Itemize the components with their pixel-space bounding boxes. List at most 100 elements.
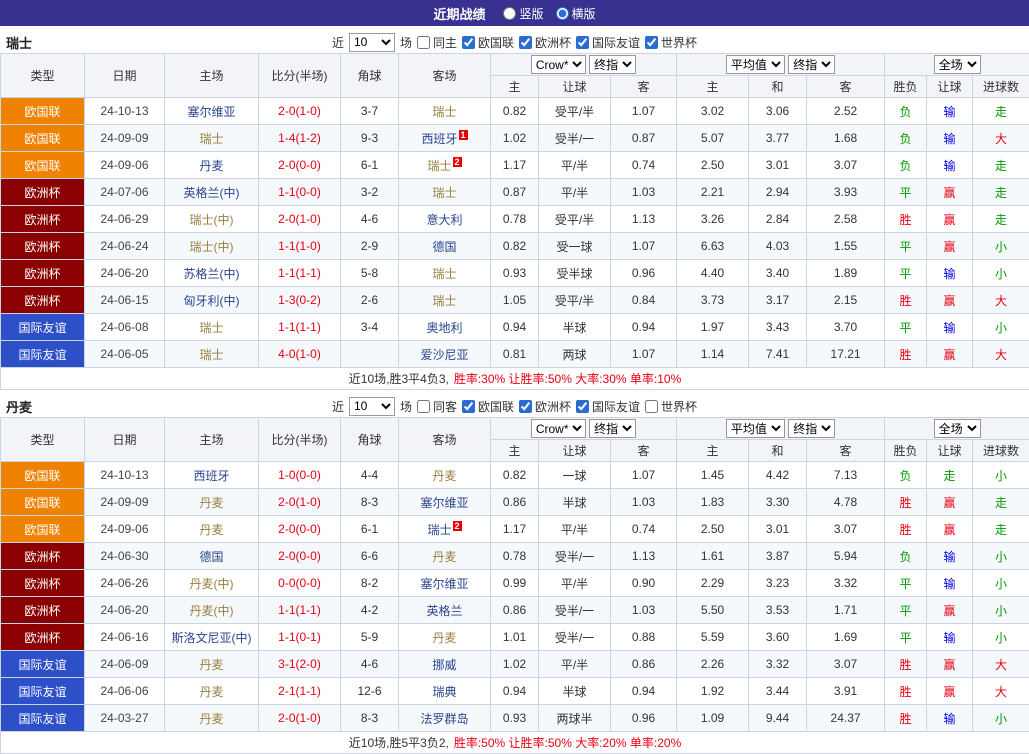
same-venue-filter[interactable]: 同客: [417, 398, 457, 415]
score: 1-3(0-2): [259, 287, 341, 314]
same-venue-filter[interactable]: 同主: [417, 34, 457, 51]
avg-time-select[interactable]: 终指: [788, 55, 835, 74]
league-filter[interactable]: 欧洲杯: [519, 34, 571, 51]
match-date: 24-06-20: [85, 260, 165, 287]
team-link[interactable]: 瑞士: [427, 523, 451, 537]
team-link[interactable]: 瑞士: [432, 105, 456, 119]
team-link[interactable]: 德国: [432, 240, 456, 254]
league-checkbox[interactable]: [576, 400, 589, 413]
team-link[interactable]: 丹麦(中): [190, 577, 234, 591]
odds-away: 0.86: [611, 651, 677, 678]
team-link[interactable]: 瑞士: [199, 348, 223, 362]
avg-home: 1.14: [677, 341, 749, 368]
team-link[interactable]: 苏格兰(中): [184, 267, 240, 281]
team-link[interactable]: 英格兰(中): [184, 186, 240, 200]
league-checkbox[interactable]: [519, 400, 532, 413]
team-link[interactable]: 法罗群岛: [420, 712, 468, 726]
odds-away: 0.94: [611, 678, 677, 705]
match-date: 24-06-08: [85, 314, 165, 341]
layout-option-vertical[interactable]: 竖版: [503, 5, 543, 22]
league-filter[interactable]: 国际友谊: [576, 398, 640, 415]
team-link[interactable]: 丹麦: [199, 685, 223, 699]
team-link[interactable]: 丹麦: [199, 712, 223, 726]
team-link[interactable]: 德国: [199, 550, 223, 564]
team-link[interactable]: 丹麦: [432, 469, 456, 483]
team-link[interactable]: 塞尔维亚: [420, 496, 468, 510]
scope-select[interactable]: 全场: [934, 419, 981, 438]
avg-draw: 3.60: [749, 624, 807, 651]
team-link[interactable]: 丹麦(中): [190, 604, 234, 618]
team-link[interactable]: 奥地利: [426, 321, 462, 335]
team-link[interactable]: 瑞士: [432, 186, 456, 200]
scope-select[interactable]: 全场: [934, 55, 981, 74]
team-link[interactable]: 瑞士(中): [190, 240, 234, 254]
odds-home: 0.94: [491, 678, 539, 705]
result-goals: 小: [973, 462, 1029, 489]
team-link[interactable]: 英格兰: [426, 604, 462, 618]
avg-draw: 3.32: [749, 651, 807, 678]
recent-count-select[interactable]: 10: [349, 33, 395, 52]
same-venue-checkbox[interactable]: [417, 400, 430, 413]
team-link[interactable]: 丹麦: [432, 550, 456, 564]
away-team: 西班牙1: [399, 125, 491, 152]
team-link[interactable]: 瑞士: [432, 294, 456, 308]
league-checkbox[interactable]: [645, 36, 658, 49]
team-link[interactable]: 丹麦: [199, 658, 223, 672]
horizontal-radio[interactable]: [556, 7, 569, 20]
league-checkbox[interactable]: [462, 36, 475, 49]
league-checkbox[interactable]: [576, 36, 589, 49]
team-link[interactable]: 斯洛文尼亚(中): [172, 631, 252, 645]
team-link[interactable]: 瑞典: [432, 685, 456, 699]
team-link[interactable]: 瑞士: [199, 132, 223, 146]
result-goals: 小: [973, 233, 1029, 260]
league-checkbox[interactable]: [462, 400, 475, 413]
odds-time-select[interactable]: 终指: [589, 55, 636, 74]
odds-away: 0.94: [611, 314, 677, 341]
team-link[interactable]: 西班牙: [421, 132, 457, 146]
odds-handicap: 半球: [539, 314, 611, 341]
layout-option-horizontal[interactable]: 横版: [556, 5, 596, 22]
league-badge: 欧洲杯: [1, 233, 85, 260]
team-link[interactable]: 匈牙利(中): [184, 294, 240, 308]
col-header-date: 日期: [85, 54, 165, 98]
team-link[interactable]: 瑞士: [199, 321, 223, 335]
league-checkbox[interactable]: [519, 36, 532, 49]
team-link[interactable]: 瑞士: [432, 267, 456, 281]
league-filter[interactable]: 世界杯: [645, 34, 697, 51]
team-link[interactable]: 瑞士: [427, 159, 451, 173]
match-date: 24-09-09: [85, 125, 165, 152]
col-header-handicap-result: 让球: [927, 440, 973, 462]
vertical-radio[interactable]: [503, 7, 516, 20]
avg-home: 5.07: [677, 125, 749, 152]
col-header-outcome: 胜负: [885, 440, 927, 462]
average-select[interactable]: 平均值: [726, 55, 785, 74]
league-filter[interactable]: 欧国联: [462, 34, 514, 51]
team-link[interactable]: 挪威: [432, 658, 456, 672]
recent-count-select[interactable]: 10: [349, 397, 395, 416]
odds-home: 0.82: [491, 233, 539, 260]
team-link[interactable]: 丹麦: [199, 159, 223, 173]
team-name: 瑞士: [6, 33, 32, 52]
odds-away: 1.03: [611, 489, 677, 516]
league-filter[interactable]: 世界杯: [645, 398, 697, 415]
team-link[interactable]: 西班牙: [193, 469, 229, 483]
team-link[interactable]: 塞尔维亚: [420, 577, 468, 591]
team-link[interactable]: 塞尔维亚: [187, 105, 235, 119]
same-venue-checkbox[interactable]: [417, 36, 430, 49]
avg-time-select[interactable]: 终指: [788, 419, 835, 438]
bookmaker-select[interactable]: Crow*: [531, 419, 586, 438]
odds-home: 0.93: [491, 260, 539, 287]
league-checkbox[interactable]: [645, 400, 658, 413]
league-filter[interactable]: 欧洲杯: [519, 398, 571, 415]
league-filter[interactable]: 国际友谊: [576, 34, 640, 51]
bookmaker-select[interactable]: Crow*: [531, 55, 586, 74]
team-link[interactable]: 丹麦: [199, 523, 223, 537]
team-link[interactable]: 意大利: [426, 213, 462, 227]
average-select[interactable]: 平均值: [726, 419, 785, 438]
team-link[interactable]: 爱沙尼亚: [420, 348, 468, 362]
team-link[interactable]: 丹麦: [199, 496, 223, 510]
team-link[interactable]: 瑞士(中): [190, 213, 234, 227]
league-filter[interactable]: 欧国联: [462, 398, 514, 415]
team-link[interactable]: 丹麦: [432, 631, 456, 645]
odds-time-select[interactable]: 终指: [589, 419, 636, 438]
